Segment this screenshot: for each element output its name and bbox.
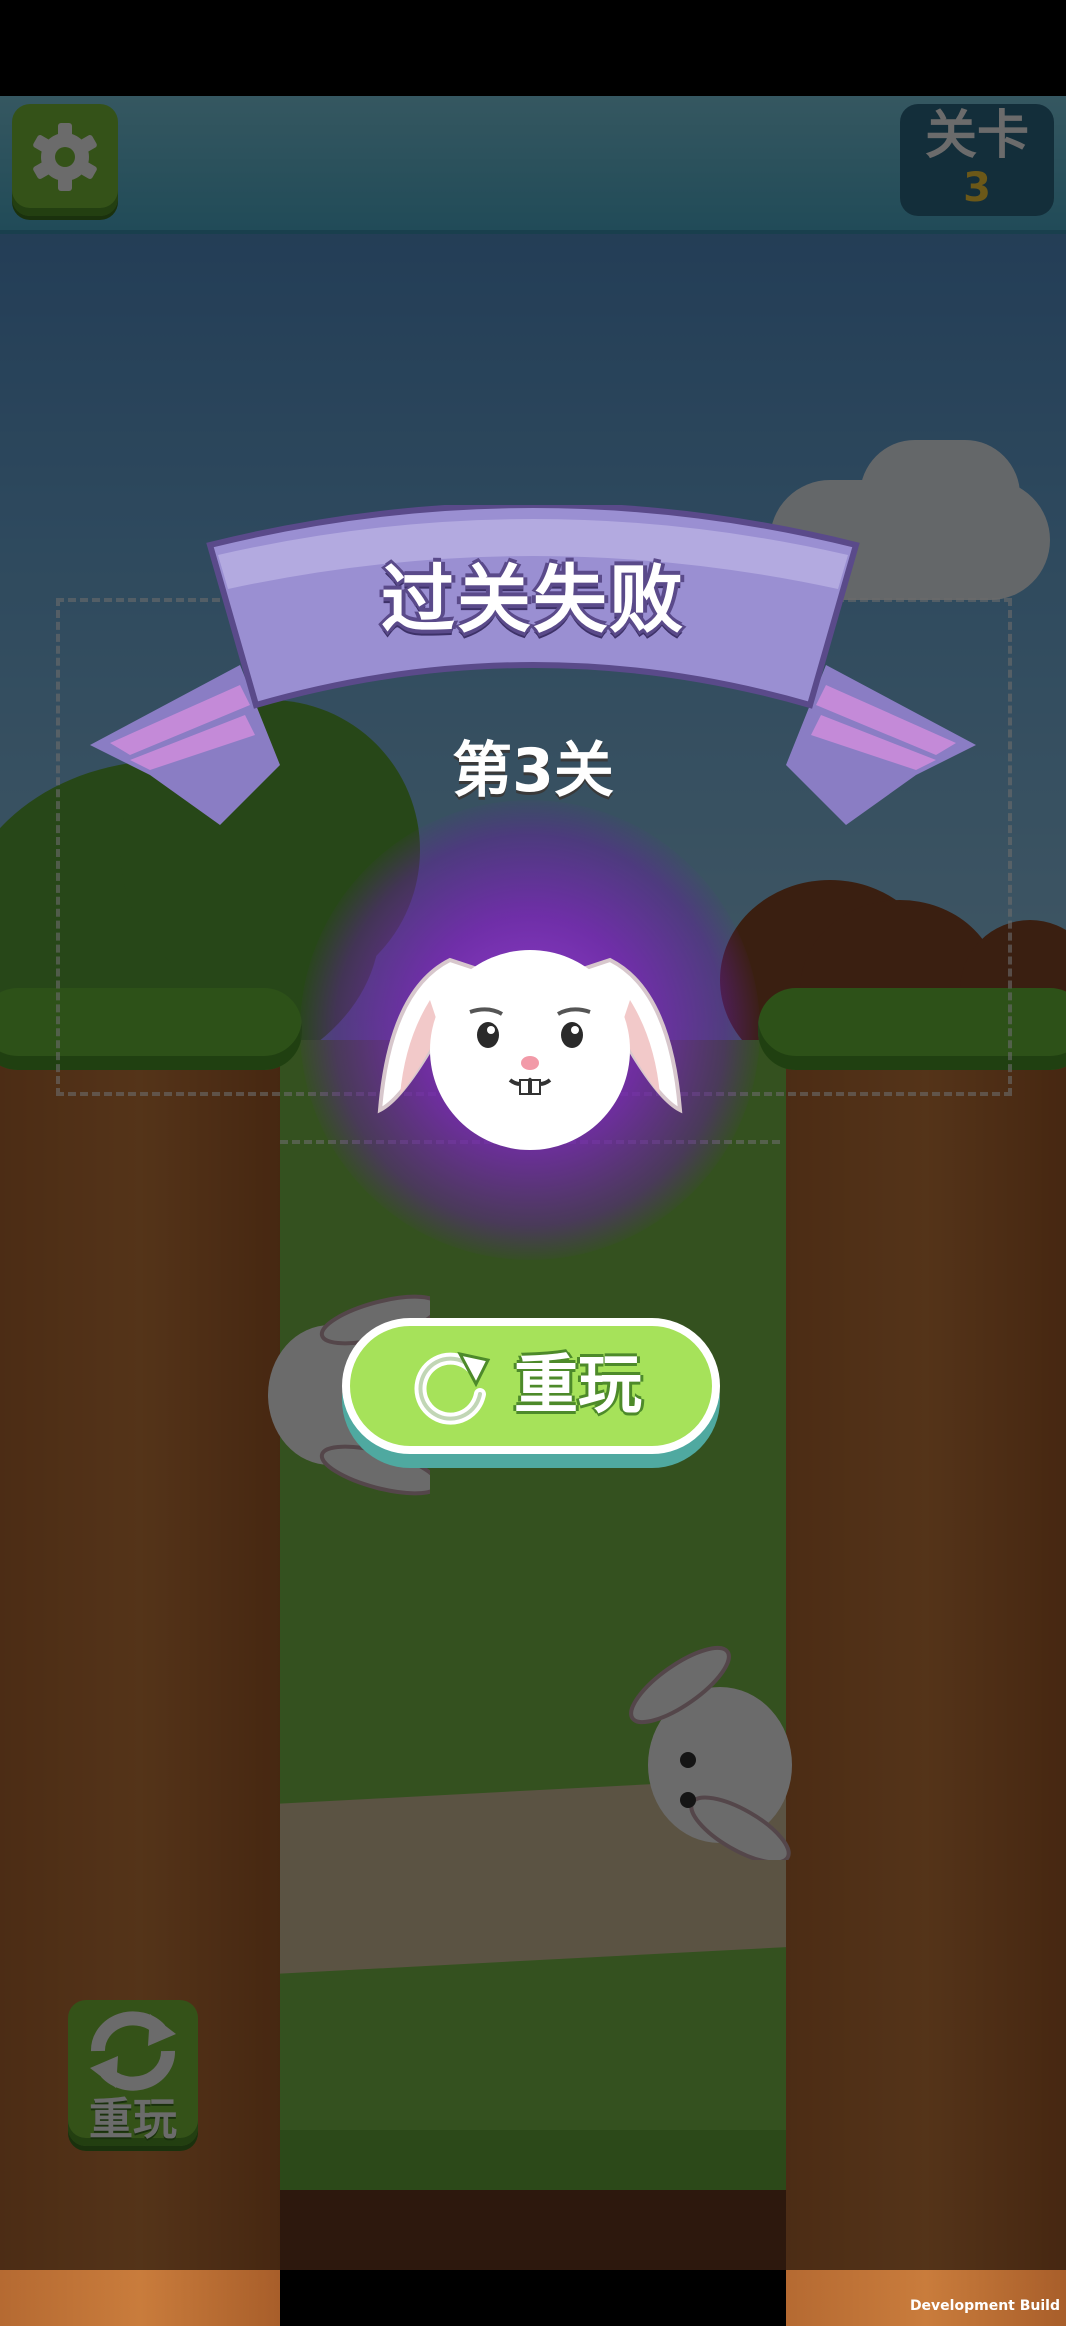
replay-button-label: 重玩	[514, 1349, 642, 1423]
dialog-level-subtitle: 第3关	[452, 736, 614, 806]
game-screen: 关卡 3 重玩 过关失败 第3关	[0, 0, 1066, 2326]
restart-icon	[414, 1351, 491, 1425]
replay-button[interactable]: 重玩	[342, 1318, 720, 1468]
bunny-face	[377, 950, 683, 1150]
development-build-label: Development Build	[909, 2298, 1060, 2314]
dialog-title: 过关失败	[381, 557, 685, 643]
